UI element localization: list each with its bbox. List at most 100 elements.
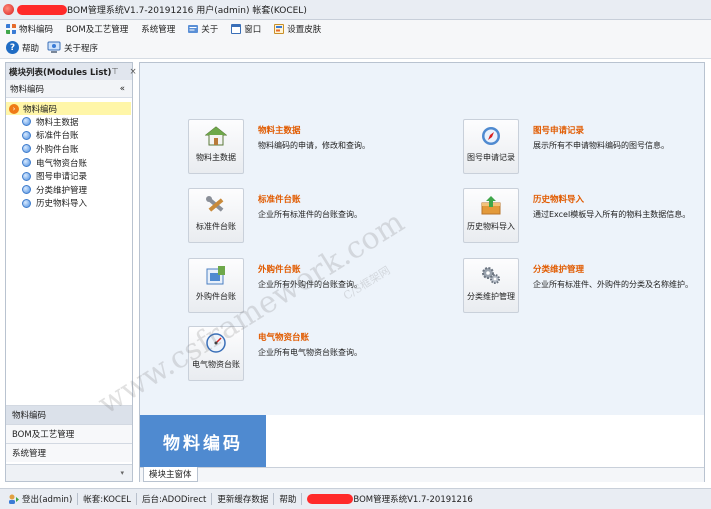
banner-strip: 物料编码 [140,415,704,467]
card-desc: 企业所有标准件、外购件的分类及名称维护。 [533,280,693,289]
logout-item[interactable]: 登出(admin) [8,493,79,505]
card-drawing-requests: 图号申请记录 图号申请记录 展示所有不申请物料编码的图号信息。 [463,119,669,174]
bullet-icon [22,117,31,127]
tile-electrical[interactable]: 电气物资台账 [188,326,244,381]
tree-item-standard-parts[interactable]: 标准件台账 [6,129,132,143]
refresh-cache-button[interactable]: 更新缓存数据 [217,493,275,505]
tree-item-history-import[interactable]: 历史物料导入 [6,197,132,211]
card-title[interactable]: 历史物料导入 [533,193,690,205]
status-backend: 后台:ADODirect [142,493,213,505]
main-workspace: 物料主数据 物料主数据 物料编码的申请，修改和查询。 标准件台账 标准件台账 企… [139,62,705,482]
card-history-import: 历史物料导入 历史物料导入 通过Excel模板导入所有的物料主数据信息。 [463,188,690,243]
tile-category-maintenance[interactable]: 分类维护管理 [463,258,519,313]
tile-standard-parts[interactable]: 标准件台账 [188,188,244,243]
house-icon [205,126,227,146]
card-text: 标准件台账 企业所有标准件的台账查询。 [258,193,362,220]
tree-item-purchased-parts[interactable]: 外购件台账 [6,142,132,156]
tree-item-label: 外购件台账 [36,144,79,155]
status-version-item: BOM管理系统V1.7-20191216 [307,493,477,505]
window-icon [231,23,242,34]
card-title[interactable]: 外购件台账 [258,263,362,275]
document-tab-bar: 模块主窗体 [140,467,704,482]
card-text: 历史物料导入 通过Excel模板导入所有的物料主数据信息。 [533,193,690,220]
nav-section-material-coding[interactable]: 物料编码 [6,405,132,424]
chevron-icon: › [9,103,19,114]
purchase-icon [206,266,225,285]
tile-label: 物料主数据 [196,153,236,162]
tree-item-material-master[interactable]: 物料主数据 [6,115,132,129]
bullet-icon [22,144,31,154]
tree-item-electrical[interactable]: 电气物资台账 [6,156,132,170]
card-title[interactable]: 图号申请记录 [533,124,669,136]
card-text: 物料主数据 物料编码的申请，修改和查询。 [258,124,370,151]
tree-item-label: 标准件台账 [36,131,79,142]
menu-label: 窗口 [244,24,262,35]
card-title[interactable]: 标准件台账 [258,193,362,205]
tile-label: 分类维护管理 [467,292,515,301]
menu-label: 设置皮肤 [287,24,322,35]
nav-section-system-management[interactable]: 系统管理 [6,443,132,462]
about-program-button[interactable]: 关于程序 [47,41,98,54]
menu-skin-settings[interactable]: 设置皮肤 [274,23,321,35]
card-standard-parts: 标准件台账 标准件台账 企业所有标准件的台账查询。 [188,188,362,243]
card-desc: 企业所有外购件的台账查询。 [258,280,362,289]
gears-icon [482,267,500,284]
help-button[interactable]: ? 帮助 [6,41,39,54]
monitor-info-icon [47,41,61,53]
module-tree: › 物料编码 物料主数据 标准件台账 外购件台账 电气物资台账 图号申请记录 分… [6,98,132,210]
nav-section-bom-process[interactable]: BOM及工艺管理 [6,424,132,443]
tree-root-material-coding[interactable]: › 物料编码 [6,102,131,115]
card-title[interactable]: 物料主数据 [258,124,370,136]
about-icon [188,24,199,33]
module-banner: 物料编码 [140,415,266,467]
card-text: 外购件台账 企业所有外购件的台账查询。 [258,263,362,290]
tab-main-window[interactable]: 模块主窗体 [143,467,198,482]
tile-label: 历史物料导入 [467,222,515,231]
tree-item-category-maintenance[interactable]: 分类维护管理 [6,183,132,197]
menu-bom-process[interactable]: BOM及工艺管理 [66,23,128,35]
module-list-title: 模块列表(Modules List) [9,67,112,78]
panel-overflow-button[interactable]: ▾ [6,464,132,481]
module-subheader: 物料编码 « [6,80,132,98]
card-title[interactable]: 电气物资台账 [258,331,362,343]
menu-window[interactable]: 窗口 [231,23,261,35]
panel-controls[interactable]: ⊤ × [111,67,140,77]
bullet-icon [22,130,31,140]
status-help-button[interactable]: 帮助 [279,493,303,505]
card-material-master: 物料主数据 物料主数据 物料编码的申请，修改和查询。 [188,119,370,174]
import-icon [481,196,501,215]
card-title[interactable]: 分类维护管理 [533,263,693,275]
tree-item-label: 电气物资台账 [36,158,88,169]
menu-about[interactable]: 关于 [188,23,218,35]
bullet-icon [22,171,31,181]
card-purchased-parts: 外购件台账 外购件台账 企业所有外购件的台账查询。 [188,258,362,313]
tile-material-master[interactable]: 物料主数据 [188,119,244,174]
tile-purchased-parts[interactable]: 外购件台账 [188,258,244,313]
menu-bar: 物料编码 BOM及工艺管理 系统管理 关于 窗口 设置皮肤 [0,20,711,37]
user-icon [9,494,19,504]
status-bar: 登出(admin) 帐套:KOCEL 后台:ADODirect 更新缓存数据 帮… [0,488,711,509]
tile-label: 电气物资台账 [192,360,240,369]
tree-item-drawing-requests[interactable]: 图号申请记录 [6,169,132,183]
module-list-header: 模块列表(Modules List) ⊤ × [6,63,137,80]
bullet-icon [22,185,31,195]
module-list-panel: 模块列表(Modules List) ⊤ × 物料编码 « › 物料编码 物料主… [5,62,137,482]
window-title: BOM管理系统V1.7-20191216 用户(admin) 帐套(KOCEL) [67,6,307,16]
tree-item-label: 物料主数据 [36,117,79,128]
redacted-title-segment [17,4,67,15]
status-version: BOM管理系统V1.7-20191216 [353,495,473,505]
tile-history-import[interactable]: 历史物料导入 [463,188,519,243]
card-electrical: 电气物资台账 电气物资台账 企业所有电气物资台账查询。 [188,326,362,381]
menu-system-management[interactable]: 系统管理 [141,23,175,35]
tile-label: 外购件台账 [196,292,236,301]
nav-sections: 物料编码 BOM及工艺管理 系统管理 [6,405,132,462]
compass-icon [482,127,500,145]
card-desc: 企业所有电气物资台账查询。 [258,348,362,357]
menu-material-coding[interactable]: 物料编码 [6,23,53,35]
tools-icon [206,196,224,212]
tile-drawing-requests[interactable]: 图号申请记录 [463,119,519,174]
collapse-button[interactable]: « [120,84,125,94]
grid-icon [6,23,16,34]
help-label: 帮助 [22,43,40,54]
menu-label: BOM及工艺管理 [66,24,129,35]
